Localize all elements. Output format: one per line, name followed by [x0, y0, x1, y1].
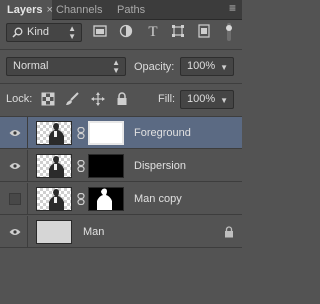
updown-arrows-icon: ▲ ▼ — [112, 58, 120, 75]
blend-mode-dropdown[interactable]: Normal ▲ ▼ — [6, 57, 126, 76]
search-icon — [12, 27, 23, 38]
layer-name[interactable]: Man copy — [134, 183, 182, 215]
type-filter-icon[interactable]: T — [145, 24, 161, 40]
eye-icon — [9, 130, 21, 136]
updown-arrows-icon: ▲ ▼ — [68, 24, 76, 41]
chain-link-icon[interactable] — [77, 127, 85, 139]
smart-object-filter-icon[interactable] — [197, 24, 213, 40]
tab-channels-label: Channels — [56, 4, 103, 16]
layer-row-man-copy[interactable]: Man copy — [0, 183, 242, 215]
layer-mask-thumbnail[interactable] — [88, 187, 124, 211]
filter-kind-label: Kind — [27, 26, 50, 38]
filter-kind-dropdown[interactable]: Kind ▲ ▼ — [6, 23, 82, 42]
fill-label: Fill: — [158, 93, 176, 105]
blend-mode-value: Normal — [13, 60, 49, 72]
shape-filter-icon[interactable] — [171, 24, 187, 40]
fill-field[interactable]: 100% ▼ — [180, 90, 234, 109]
layer-name[interactable]: Man — [83, 216, 104, 248]
dropdown-arrow-icon[interactable]: ▼ — [220, 59, 228, 76]
separator — [0, 49, 242, 50]
image-filter-icon[interactable] — [93, 24, 109, 40]
opacity-value: 100% — [187, 60, 216, 72]
opacity-field[interactable]: 100% ▼ — [180, 57, 234, 76]
layer-lock-icon — [225, 226, 233, 238]
lock-transparent-pixels-icon[interactable] — [41, 92, 55, 106]
chain-link-icon[interactable] — [77, 193, 85, 205]
visibility-toggle[interactable] — [0, 150, 28, 182]
fill-value: 100% — [187, 93, 216, 105]
lock-all-icon[interactable] — [115, 92, 129, 106]
visibility-toggle[interactable] — [0, 117, 28, 149]
layer-mask-thumbnail[interactable] — [88, 154, 124, 178]
layer-row-dispersion[interactable]: Dispersion — [0, 150, 242, 182]
eye-icon — [9, 163, 21, 169]
tab-layers-label: Layers — [7, 4, 43, 16]
layer-thumbnail[interactable] — [36, 187, 72, 211]
tab-layers[interactable]: Layers × — [0, 0, 53, 20]
layer-name[interactable]: Dispersion — [134, 150, 186, 182]
layer-thumbnail[interactable] — [36, 154, 72, 178]
layer-row-man[interactable]: Man — [0, 216, 242, 248]
chain-link-icon[interactable] — [77, 160, 85, 172]
layer-name[interactable]: Foreground — [134, 117, 191, 149]
filter-toggle-icon[interactable] — [222, 22, 236, 42]
visibility-toggle[interactable] — [0, 183, 28, 215]
layer-thumbnail[interactable] — [36, 121, 72, 145]
layers-list-empty-area — [0, 249, 242, 304]
visibility-toggle[interactable] — [0, 216, 28, 248]
panel-menu-icon[interactable]: ≡ — [229, 2, 236, 14]
opacity-label: Opacity: — [134, 61, 175, 73]
adjustment-filter-icon[interactable] — [119, 24, 135, 40]
dropdown-arrow-icon[interactable]: ▼ — [220, 92, 228, 109]
tab-paths-label: Paths — [117, 4, 146, 16]
lock-label: Lock: — [6, 93, 33, 105]
layer-mask-thumbnail[interactable] — [88, 121, 124, 145]
tab-close-icon[interactable]: × — [46, 4, 52, 16]
tab-paths[interactable]: Paths — [117, 0, 157, 20]
tab-channels[interactable]: Channels — [56, 0, 112, 20]
separator — [0, 83, 242, 84]
layer-row-foreground[interactable]: Foreground — [0, 117, 242, 149]
lock-position-icon[interactable] — [91, 92, 105, 106]
hidden-visibility-box — [9, 193, 21, 205]
layer-thumbnail[interactable] — [36, 220, 72, 244]
panel-tab-bar: Layers × Channels Paths ≡ — [0, 0, 242, 20]
lock-image-pixels-icon[interactable] — [65, 92, 79, 106]
eye-icon — [9, 229, 21, 235]
